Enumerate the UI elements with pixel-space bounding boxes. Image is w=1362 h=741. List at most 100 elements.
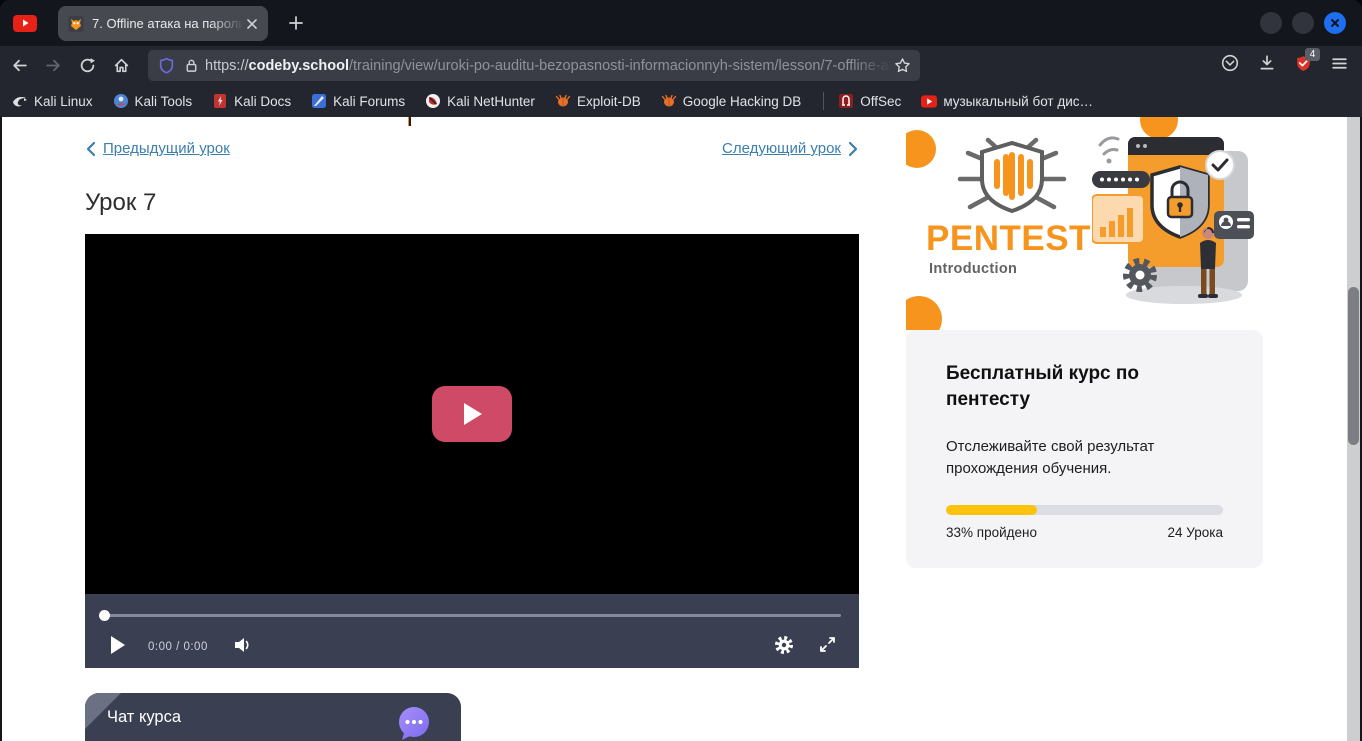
orange-circle-decoration xyxy=(906,296,942,330)
scrollbar-thumb[interactable] xyxy=(1348,287,1359,445)
kali-forums-icon xyxy=(311,93,327,109)
video-volume-button[interactable] xyxy=(233,636,253,659)
lesson-title: Урок 7 xyxy=(85,189,859,217)
brand-name: PENTEST xyxy=(926,219,1096,259)
kali-docs-icon xyxy=(212,93,228,109)
course-illustration xyxy=(1092,123,1260,323)
pocket-button[interactable] xyxy=(1221,54,1239,77)
gear-icon xyxy=(774,635,794,655)
bookmark-google-hacking-db[interactable]: Google Hacking DB xyxy=(661,93,802,109)
bookmark-offsec[interactable]: OffSec xyxy=(838,93,901,109)
bookmark-kali-forums[interactable]: Kali Forums xyxy=(311,93,405,109)
tab-close-button[interactable] xyxy=(244,16,260,32)
menu-button[interactable] xyxy=(1331,55,1348,77)
maximize-button[interactable] xyxy=(1292,12,1314,34)
window-controls xyxy=(1260,12,1346,34)
video-fullscreen-button[interactable] xyxy=(818,635,837,659)
tab-bar: 7. Offline атака на пароли xyxy=(0,0,1362,46)
lesson-main-column: Предыдущий урок Следующий урок Урок 7 xyxy=(85,117,859,741)
video-play-button[interactable] xyxy=(109,635,126,660)
video-big-play-button[interactable] xyxy=(432,386,512,442)
chevron-right-icon xyxy=(848,141,859,157)
plus-icon xyxy=(288,15,304,31)
adblock-extension-button[interactable]: 4 xyxy=(1295,55,1312,77)
play-icon xyxy=(109,635,126,655)
home-button[interactable] xyxy=(106,52,136,80)
url-path: /training/view/uroki-po-auditu-bezopasno… xyxy=(349,58,892,74)
bookmark-kali-tools[interactable]: Kali Tools xyxy=(113,93,193,109)
back-button[interactable] xyxy=(4,52,34,80)
url-protocol: https:// xyxy=(205,58,249,74)
video-seek-bar[interactable] xyxy=(104,614,841,617)
play-icon xyxy=(459,400,485,428)
bookmark-label: Exploit-DB xyxy=(577,94,641,109)
progress-percent-label: 33% пройдено xyxy=(946,525,1037,540)
course-progress-card: Бесплатный курс по пентесту Отслеживайте… xyxy=(906,330,1263,568)
forward-button[interactable] xyxy=(38,52,68,80)
bookmark-exploit-db[interactable]: Exploit-DB xyxy=(555,93,641,109)
video-seek-handle[interactable] xyxy=(99,610,110,621)
video-settings-button[interactable] xyxy=(774,635,794,660)
google-hacking-db-icon xyxy=(661,93,677,109)
toolbar-right-icons: 4 xyxy=(1221,46,1348,85)
lock-icon[interactable] xyxy=(184,58,199,73)
extension-badge: 4 xyxy=(1305,48,1320,61)
new-tab-button[interactable] xyxy=(285,12,307,34)
bookmark-label: Kali Linux xyxy=(34,94,93,109)
close-button[interactable] xyxy=(1324,12,1346,34)
forward-icon xyxy=(45,57,62,74)
lesson-navigation: Предыдущий урок Следующий урок xyxy=(85,140,859,157)
close-icon xyxy=(1330,18,1340,28)
video-time-display: 0:00 / 0:00 xyxy=(148,641,208,653)
kali-linux-icon xyxy=(12,93,28,109)
course-sidebar: PENTEST Introduction xyxy=(906,117,1266,568)
bookmark-kali-linux[interactable]: Kali Linux xyxy=(12,93,93,109)
bookmark-kali-docs[interactable]: Kali Docs xyxy=(212,93,291,109)
bookmark-label: Kali Tools xyxy=(135,94,193,109)
next-lesson-link[interactable]: Следующий урок xyxy=(722,140,859,157)
bookmark-label: Google Hacking DB xyxy=(683,94,802,109)
course-progress-fill xyxy=(946,505,1037,515)
fullscreen-icon xyxy=(818,635,837,654)
star-icon xyxy=(894,57,911,74)
chat-bubble-icon[interactable] xyxy=(397,706,431,741)
url-bar[interactable]: https://codeby.school/training/view/urok… xyxy=(148,50,920,81)
bookmarks-separator xyxy=(823,92,824,110)
play-icon xyxy=(20,18,30,28)
pocket-icon xyxy=(1221,54,1239,72)
bookmark-star-button[interactable] xyxy=(892,57,912,74)
youtube-pinned-icon[interactable] xyxy=(13,15,37,32)
page-content: Предыдущий урок Следующий урок Урок 7 xyxy=(2,117,1360,741)
course-chat-widget[interactable]: Чат курса xyxy=(85,693,461,741)
previous-lesson-link[interactable]: Предыдущий урок xyxy=(85,140,230,157)
url-text-fade xyxy=(852,58,892,74)
hamburger-icon xyxy=(1331,55,1348,72)
active-tab[interactable]: 7. Offline атака на пароли xyxy=(58,6,268,41)
tracking-protection-shield-icon[interactable] xyxy=(158,57,175,74)
bookmarks-bar: Kali Linux Kali Tools Kali Docs Kali For… xyxy=(0,85,1362,117)
page-scrollbar[interactable] xyxy=(1347,117,1360,741)
video-controls-bar: 0:00 / 0:00 xyxy=(85,594,859,668)
video-screen[interactable] xyxy=(85,234,859,594)
course-progress-bar xyxy=(946,505,1223,515)
bookmark-label: OffSec xyxy=(860,94,901,109)
tab-title-fade xyxy=(210,16,244,31)
course-card-title: Бесплатный курс по пентесту xyxy=(946,361,1196,413)
downloads-button[interactable] xyxy=(1258,54,1276,77)
video-controls-row: 0:00 / 0:00 xyxy=(85,626,859,668)
pentest-brand: PENTEST Introduction xyxy=(926,137,1096,277)
close-icon xyxy=(246,18,258,30)
minimize-button[interactable] xyxy=(1260,12,1282,34)
home-icon xyxy=(113,57,130,74)
youtube-icon xyxy=(921,93,937,109)
progress-labels: 33% пройдено 24 Урока xyxy=(946,525,1223,540)
bookmark-music-bot[interactable]: музыкальный бот дис… xyxy=(921,93,1093,109)
bookmark-kali-nethunter[interactable]: Kali NetHunter xyxy=(425,93,535,109)
browser-window: 7. Offline атака на пароли xyxy=(0,0,1362,741)
url-domain: codeby.school xyxy=(249,58,349,74)
volume-icon xyxy=(233,636,253,654)
lessons-count-label: 24 Урока xyxy=(1168,525,1223,540)
reload-button[interactable] xyxy=(72,52,102,80)
course-banner[interactable]: PENTEST Introduction xyxy=(906,117,1266,330)
chat-title: Чат курса xyxy=(107,708,181,727)
